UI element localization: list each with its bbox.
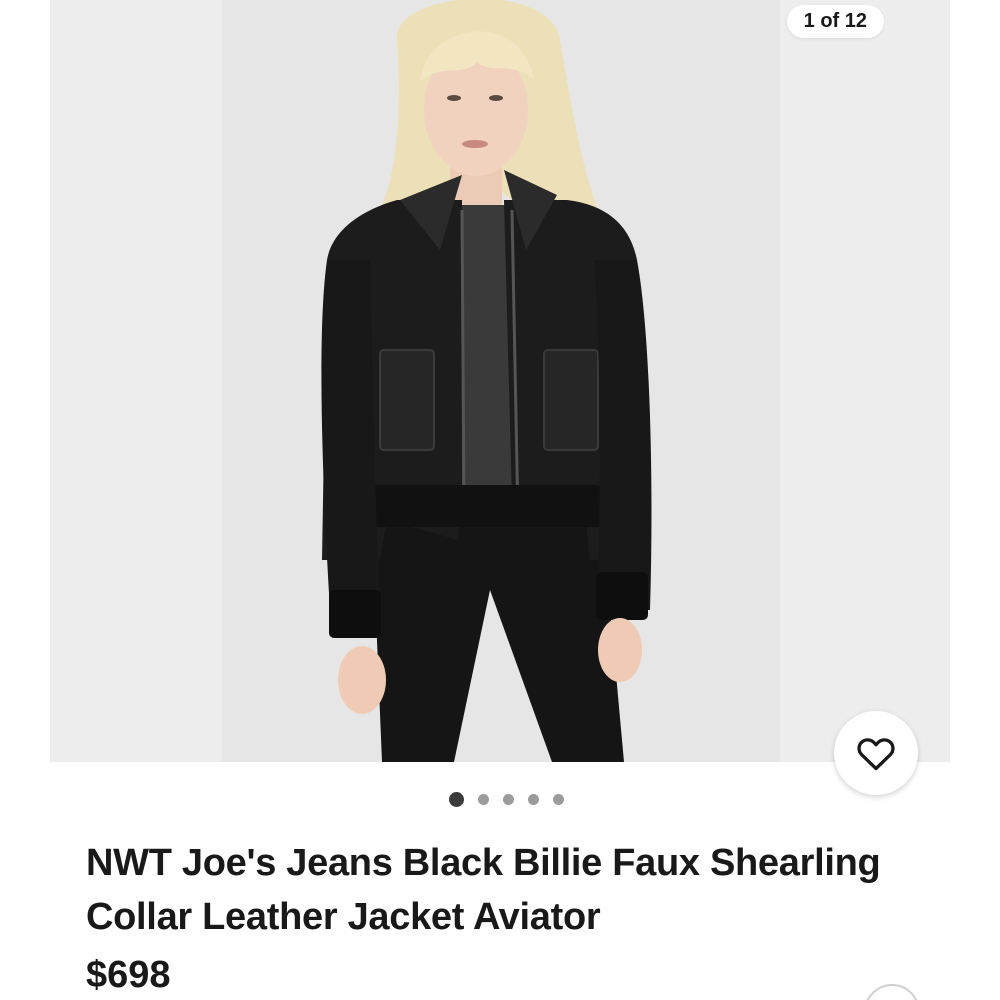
page-frame-right (950, 0, 1000, 1000)
listing-info-panel: NWT Joe's Jeans Black Billie Faux Shearl… (50, 762, 950, 1000)
heart-outline-icon (857, 738, 895, 771)
page-frame-left (0, 0, 50, 1000)
listing-title: NWT Joe's Jeans Black Billie Faux Shearl… (86, 842, 881, 938)
pagination-dot[interactable] (527, 794, 539, 805)
image-gallery[interactable]: 1 of 12 (50, 0, 950, 762)
favorite-button[interactable] (834, 711, 918, 795)
pagination-dot[interactable] (477, 794, 489, 805)
listing-price: $698 (86, 954, 171, 996)
pagination-dot[interactable] (552, 794, 564, 805)
pagination-dot-active[interactable] (448, 792, 464, 807)
partial-action-button[interactable] (864, 984, 920, 1000)
image-counter-badge: 1 of 12 (786, 5, 884, 38)
gallery-pagination-dots[interactable] (50, 792, 950, 807)
listing-page: 1 of 12 NWT Joe's Jeans Black Billie Fau… (0, 0, 1000, 1000)
product-photo-illustration (222, 0, 780, 762)
product-photo[interactable] (222, 0, 780, 762)
pagination-dot[interactable] (502, 794, 514, 805)
